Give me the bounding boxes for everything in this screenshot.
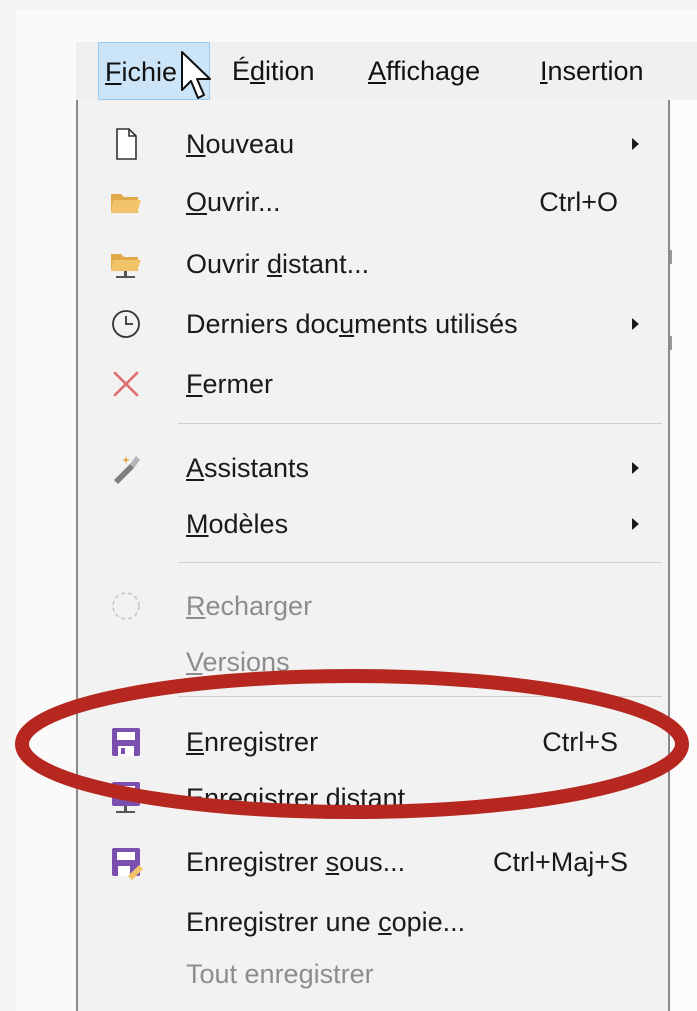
menu-edition-label-a: É <box>232 56 251 86</box>
mnemonic: V <box>186 647 203 677</box>
menu-item-enregistrer[interactable]: Enregistrer Ctrl+S <box>78 714 668 770</box>
menu-insertion[interactable]: Insertion <box>540 42 644 100</box>
menu-affichage[interactable]: Affichage <box>368 42 480 100</box>
mnemonic: A <box>186 453 205 483</box>
clock-icon <box>112 310 140 338</box>
document-edge <box>668 100 697 1011</box>
menu-affichage-label: ffichage <box>386 56 481 86</box>
menu-insertion-label: nsertion <box>547 56 644 86</box>
mnemonic: F <box>186 369 203 399</box>
shortcut-ctrl-maj-s: Ctrl+Maj+S <box>492 847 628 877</box>
file-menu-dropdown: Nouveau Ouvrir... Ctrl+O Ouvrir distant.… <box>76 100 670 1011</box>
menu-item-enregistrer-distant[interactable]: Enregistrer distant... <box>78 770 668 826</box>
mnemonic: c <box>378 907 392 937</box>
open-remote-folder-icon <box>111 254 141 278</box>
menu-edition-label-b: ition <box>265 56 315 86</box>
menu-item-ouvrir-distant[interactable]: Ouvrir distant... <box>78 236 668 292</box>
menu-item-derniers-documents[interactable]: Derniers documents utilisés <box>78 296 668 352</box>
save-remote-icon <box>112 782 140 813</box>
mnemonic: N <box>186 129 206 159</box>
close-x-icon <box>113 371 139 397</box>
menu-item-recharger: Recharger <box>78 578 668 634</box>
reload-icon <box>112 592 140 620</box>
menu-item-assistants[interactable]: Assistants <box>78 440 668 496</box>
menu-fichier-label: ichie <box>121 57 178 87</box>
menu-item-enregistrer-copie[interactable]: Enregistrer une copie... <box>78 894 668 950</box>
submenu-arrow-icon <box>632 518 639 530</box>
menu-insertion-mnemonic: I <box>540 56 548 86</box>
submenu-arrow-icon <box>632 318 639 330</box>
mnemonic: n <box>204 783 220 813</box>
menu-edition[interactable]: Édition <box>232 42 315 100</box>
menu-item-modeles[interactable]: Modèles <box>78 496 668 552</box>
menu-item-fermer[interactable]: Fermer <box>78 356 668 412</box>
menu-separator <box>178 562 662 563</box>
mnemonic: M <box>186 509 209 539</box>
mnemonic: R <box>186 591 206 621</box>
mnemonic: O <box>186 187 208 217</box>
mnemonic: d <box>267 249 283 279</box>
menu-item-nouveau[interactable]: Nouveau <box>78 116 668 172</box>
menu-item-tout-enregistrer: Tout enregistrer <box>186 959 374 989</box>
shortcut-ctrl-o: Ctrl+O <box>539 187 618 217</box>
mnemonic: s <box>325 847 340 877</box>
submenu-arrow-icon <box>632 462 639 474</box>
menu-item-versions: Versions <box>186 647 290 677</box>
new-document-icon <box>116 128 137 160</box>
menu-separator <box>178 696 662 697</box>
submenu-arrow-icon <box>632 138 639 150</box>
mnemonic: u <box>339 309 355 339</box>
menu-bar: Fichie Édition Affichage Insertion <box>76 42 697 102</box>
shortcut-ctrl-s: Ctrl+S <box>542 727 618 757</box>
menu-separator <box>178 423 662 424</box>
menu-fichier-mnemonic: F <box>105 57 122 87</box>
open-folder-icon <box>111 194 141 213</box>
menu-affichage-mnemonic: A <box>368 56 387 86</box>
mnemonic: E <box>186 727 205 757</box>
mouse-cursor-icon <box>181 51 211 99</box>
save-as-icon <box>112 848 143 880</box>
menu-item-ouvrir[interactable]: Ouvrir... Ctrl+O <box>78 174 668 230</box>
save-floppy-icon <box>112 728 140 756</box>
wizard-wand-icon <box>114 456 140 484</box>
menu-edition-mnemonic: d <box>250 56 266 86</box>
menu-item-enregistrer-sous[interactable]: Enregistrer sous... Ctrl+Maj+S <box>78 834 668 890</box>
